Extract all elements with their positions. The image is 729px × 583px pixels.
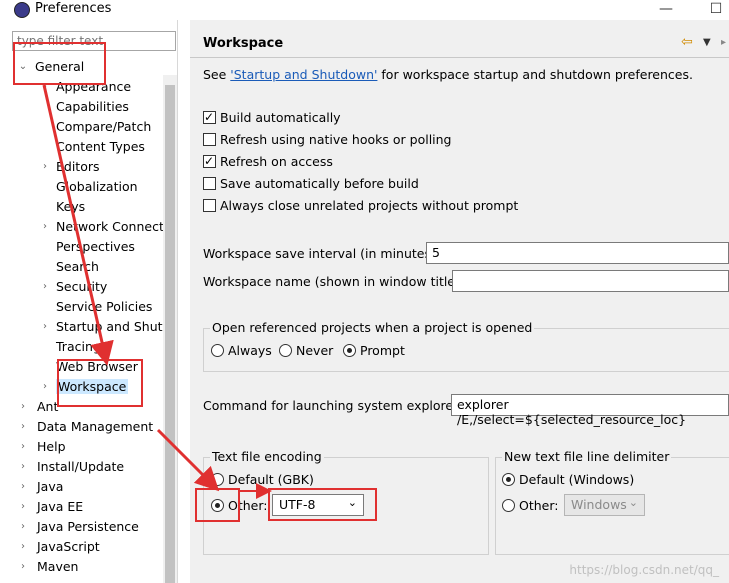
annotation-arrow — [42, 84, 114, 366]
annotation-arrows — [42, 84, 272, 499]
annotation-arrow — [156, 428, 220, 492]
